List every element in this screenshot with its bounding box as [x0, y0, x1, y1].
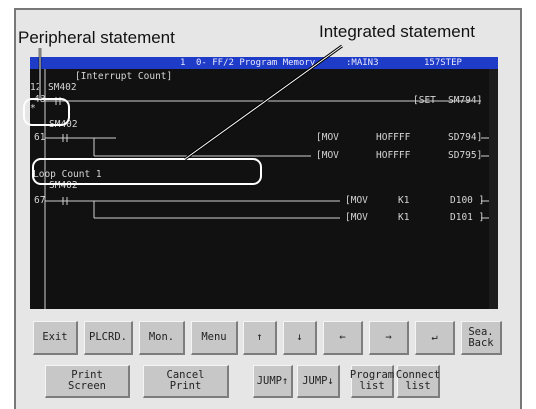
- arrow-left-button[interactable]: ←: [323, 321, 363, 355]
- exit-button[interactable]: Exit: [33, 321, 78, 355]
- arrow-right-button[interactable]: →: [369, 321, 409, 355]
- arrow-up-button[interactable]: ↑: [243, 321, 277, 355]
- search-back-button[interactable]: Sea. Back: [461, 321, 502, 355]
- plcrd-button[interactable]: PLCRD.: [84, 321, 133, 355]
- connect-list-button[interactable]: Connect list: [396, 365, 440, 398]
- menu-button[interactable]: Menu: [191, 321, 238, 355]
- jump-down-button[interactable]: JUMP↓: [297, 365, 340, 398]
- print-screen-button[interactable]: Print Screen: [45, 365, 130, 398]
- monitor-button[interactable]: Mon.: [139, 321, 185, 355]
- jump-up-button[interactable]: JUMP↑: [253, 365, 293, 398]
- enter-button[interactable]: ↵: [415, 321, 455, 355]
- arrow-down-button[interactable]: ↓: [283, 321, 317, 355]
- program-list-button[interactable]: Program list: [350, 365, 394, 398]
- cancel-print-button[interactable]: Cancel Print: [143, 365, 229, 398]
